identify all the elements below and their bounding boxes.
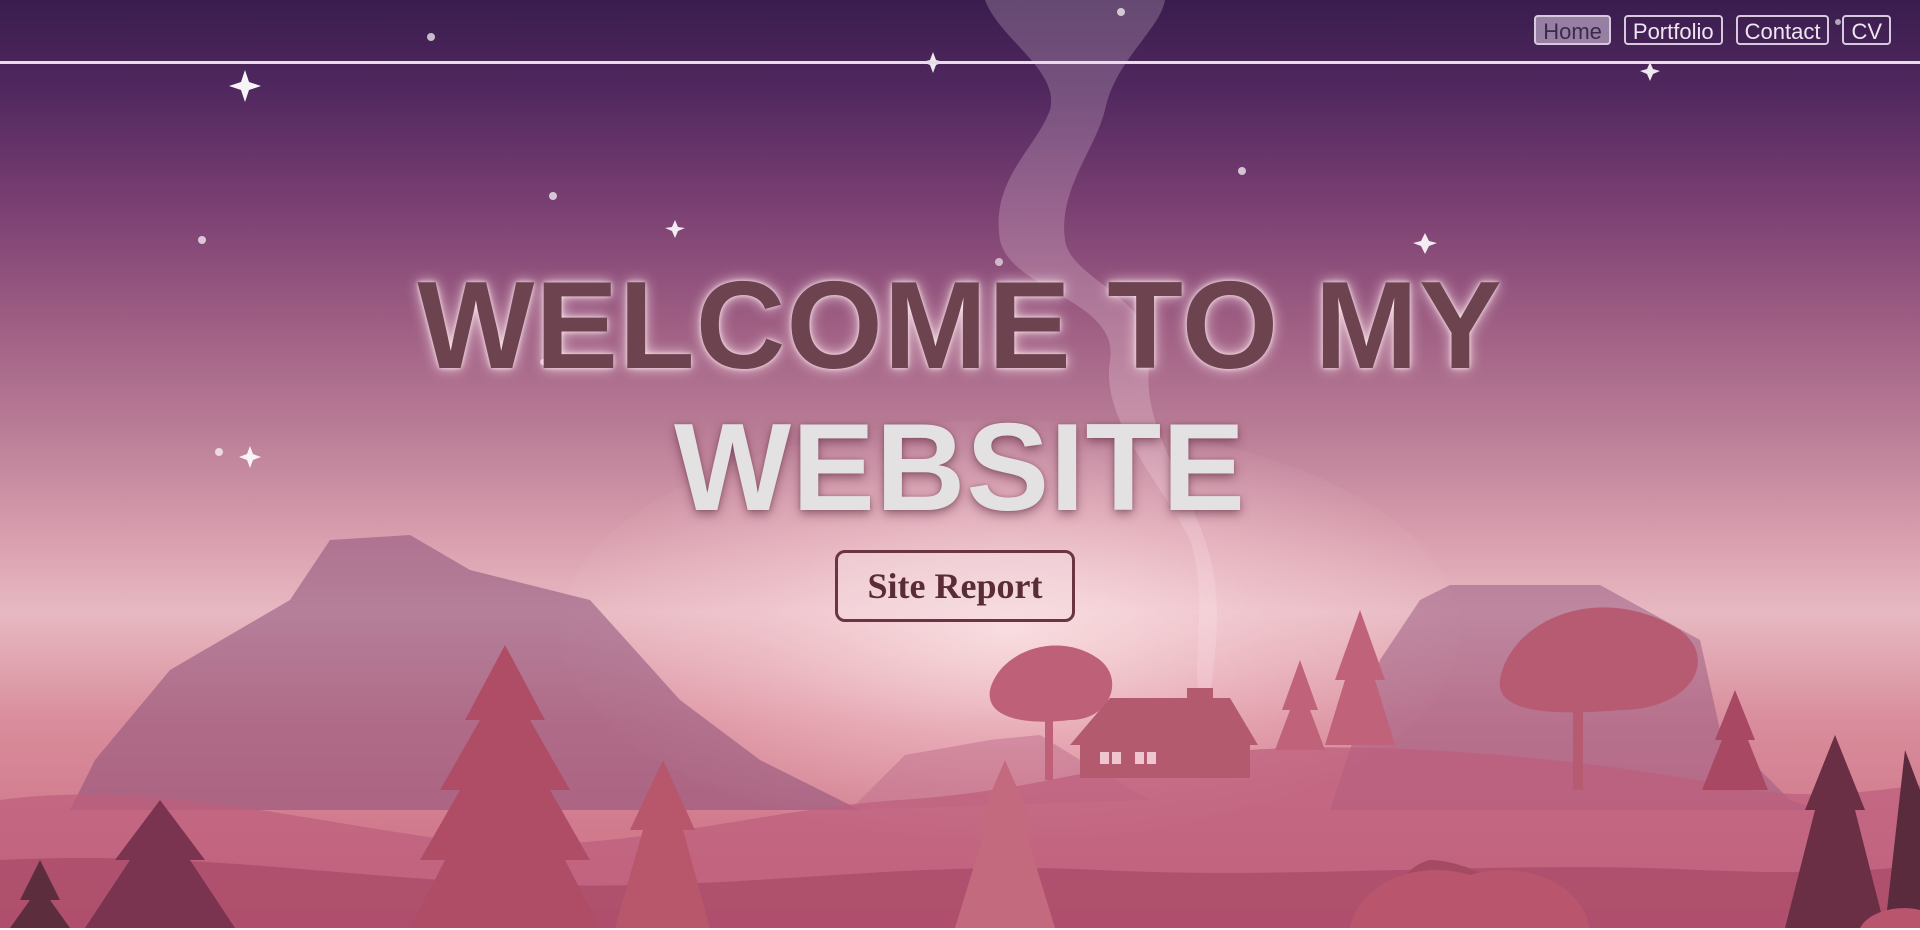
star-sparkle — [229, 70, 261, 102]
nav-link-cv[interactable]: CV — [1842, 15, 1891, 45]
star-sparkle — [1640, 62, 1660, 81]
nav-link-contact[interactable]: Contact — [1735, 15, 1830, 45]
hero-title: WELCOME TO MY WEBSITE — [0, 255, 1920, 539]
nav-link-portfolio[interactable]: Portfolio — [1623, 15, 1723, 45]
star-sparkle — [1413, 233, 1437, 254]
nav-links: Home Portfolio Contact CV — [1534, 15, 1891, 45]
navbar-divider — [0, 61, 1920, 64]
star-sparkle — [665, 220, 685, 238]
site-report-button[interactable]: Site Report — [835, 550, 1075, 622]
nav-link-home[interactable]: Home — [1534, 15, 1611, 45]
top-navbar: Home Portfolio Contact CV — [0, 0, 1920, 64]
hero-title-line1: WELCOME TO MY — [417, 257, 1503, 395]
hero-title-line2: WEBSITE — [674, 399, 1246, 537]
pine-tree — [1275, 660, 1325, 750]
